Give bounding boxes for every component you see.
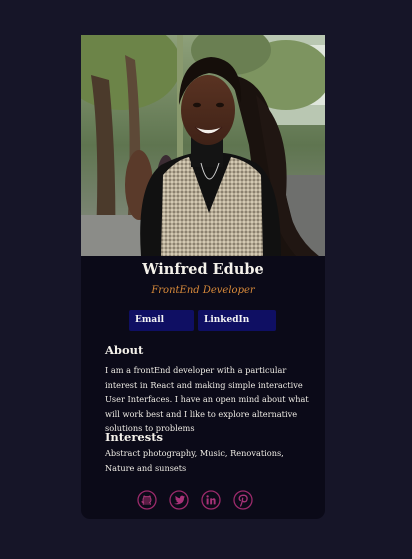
- linkedin-icon[interactable]: [201, 490, 221, 510]
- linkedin-button[interactable]: LinkedIn: [198, 310, 276, 331]
- twitter-icon[interactable]: [169, 490, 189, 510]
- github-icon[interactable]: [137, 490, 157, 510]
- pinterest-icon[interactable]: [233, 490, 253, 510]
- profile-photo: [81, 35, 325, 256]
- about-text: I am a frontEnd developer with a particu…: [105, 365, 309, 433]
- profile-name: Winfred Edube: [142, 261, 264, 278]
- email-button[interactable]: Email: [129, 310, 194, 331]
- interests-text: Abstract photography, Music, Renovations…: [105, 448, 284, 473]
- about-heading: About: [105, 343, 144, 357]
- profile-role: FrontEnd Developer: [151, 285, 255, 296]
- interests-heading: Interests: [105, 430, 164, 444]
- profile-card: Winfred Edube FrontEnd Developer Email L…: [81, 35, 325, 519]
- social-links: [137, 490, 267, 512]
